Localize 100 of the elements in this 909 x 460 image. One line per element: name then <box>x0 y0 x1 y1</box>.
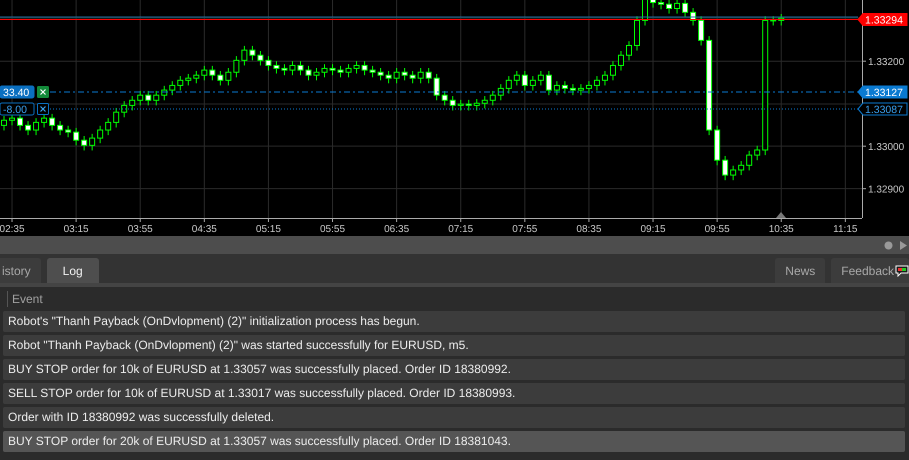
candlestick <box>666 0 672 14</box>
price-tag: 1.33294 <box>857 13 908 26</box>
tab[interactable]: istory <box>0 258 41 283</box>
close-button[interactable] <box>37 86 49 98</box>
dot-icon[interactable] <box>884 240 893 250</box>
candlestick <box>554 80 560 96</box>
play-icon[interactable] <box>899 240 907 250</box>
candlestick <box>618 50 624 72</box>
candlestick <box>370 65 376 78</box>
candlestick <box>362 60 368 76</box>
candlestick <box>338 65 344 78</box>
candlestick <box>610 60 616 81</box>
time-axis-label: 08:35 <box>576 224 602 235</box>
candlestick <box>177 76 184 92</box>
price-axis-label: 1.33000 <box>868 142 904 154</box>
candlestick <box>562 80 568 94</box>
candlestick <box>474 98 480 111</box>
candlestick <box>386 70 392 84</box>
candlestick <box>578 84 584 96</box>
candlestick <box>698 16 704 46</box>
candlestick <box>225 67 232 86</box>
candlestick <box>281 64 288 76</box>
candlestick <box>49 113 56 131</box>
candlestick <box>137 90 144 106</box>
candlestick <box>490 90 496 106</box>
candlestick <box>201 65 208 81</box>
candlestick <box>314 67 320 81</box>
candlestick <box>233 56 240 78</box>
candlestick <box>418 67 424 84</box>
candlestick <box>482 96 488 109</box>
close-button[interactable] <box>37 103 49 115</box>
candlestick <box>746 150 752 171</box>
candlestick <box>129 96 136 111</box>
candlestick <box>546 70 552 96</box>
candlestick <box>602 70 608 86</box>
price-axis-label: 1.32900 <box>868 184 904 196</box>
candlestick <box>185 73 192 86</box>
candlestick <box>193 70 200 84</box>
candlestick <box>378 67 384 81</box>
position-label: -8.00 <box>0 102 34 116</box>
candlestick <box>153 90 160 106</box>
candlestick <box>17 113 24 131</box>
candlestick <box>506 76 512 94</box>
candlestick <box>57 120 64 136</box>
candlestick <box>73 127 80 146</box>
time-axis-label: 03:15 <box>64 224 89 235</box>
candlestick <box>169 80 176 96</box>
log-row[interactable]: Robot's "Thanh Payback (OnDvlopment) (2)" initialization process has begun. <box>3 311 905 332</box>
speech-bubble-icon <box>895 264 909 276</box>
log-row[interactable]: SELL STOP order for 10k of EURUSD at 1.33017 was successfully placed. Order ID 18380993. <box>3 383 905 404</box>
time-axis-label: 04:35 <box>192 224 217 235</box>
log-row[interactable]: BUY STOP order for 10k of EURUSD at 1.33057 was successfully placed. Order ID 18380992. <box>3 359 905 380</box>
candlestick <box>305 65 312 81</box>
candlestick <box>121 100 128 118</box>
triangle-icon <box>776 212 786 218</box>
candlestick <box>249 45 256 61</box>
candlestick <box>426 67 432 84</box>
candlestick <box>217 70 224 86</box>
time-axis-label: 02:35 <box>0 224 25 235</box>
candlestick <box>209 65 216 81</box>
candlestick <box>65 125 72 138</box>
candlestick <box>145 90 152 106</box>
candlestick <box>89 133 96 151</box>
time-axis-label: 03:55 <box>128 224 153 235</box>
log-row[interactable]: Robot "Thanh Payback (OnDvlopment) (2)" was started successfully for EURUSD, m5. <box>3 335 905 356</box>
candlestick <box>354 60 360 74</box>
candlestick <box>33 118 40 136</box>
price-tag: 1.33087 <box>857 102 908 116</box>
candlestick <box>241 45 248 66</box>
time-axis-label: 09:55 <box>704 224 730 235</box>
tab[interactable]: News <box>775 258 826 283</box>
candlestick <box>730 165 736 181</box>
log-row[interactable]: BUY STOP order for 20k of EURUSD at 1.33057 was successfully placed. Order ID 18381043. <box>3 431 905 452</box>
candlestick <box>322 64 328 78</box>
candlestick <box>450 96 456 111</box>
candlestick <box>514 70 520 86</box>
candlestick <box>570 84 576 96</box>
candlestick <box>594 76 600 92</box>
candlestick <box>722 155 728 181</box>
candlestick <box>402 67 408 81</box>
position-label: 33.40 <box>0 86 34 99</box>
column-header[interactable]: Event <box>7 291 43 307</box>
candlestick <box>738 160 744 176</box>
tab[interactable]: Feedback <box>831 258 909 283</box>
candlestick <box>522 70 528 92</box>
candlestick <box>530 76 536 92</box>
candlestick <box>442 90 448 106</box>
time-axis-label: 07:55 <box>512 224 538 235</box>
candlestick <box>113 107 120 128</box>
tab[interactable]: Log <box>46 258 99 283</box>
log-row[interactable]: Order with ID 18380992 was successfully deleted. <box>3 407 905 428</box>
candlestick <box>394 67 400 84</box>
candlestick <box>257 50 264 66</box>
time-axis-label: 06:35 <box>384 224 410 235</box>
time-axis-label: 09:15 <box>640 224 666 235</box>
candlestick <box>41 113 48 128</box>
time-axis-label: 05:55 <box>320 224 346 235</box>
time-axis-label: 10:35 <box>768 224 794 235</box>
candlestick <box>105 118 112 136</box>
candlestick <box>273 60 280 74</box>
